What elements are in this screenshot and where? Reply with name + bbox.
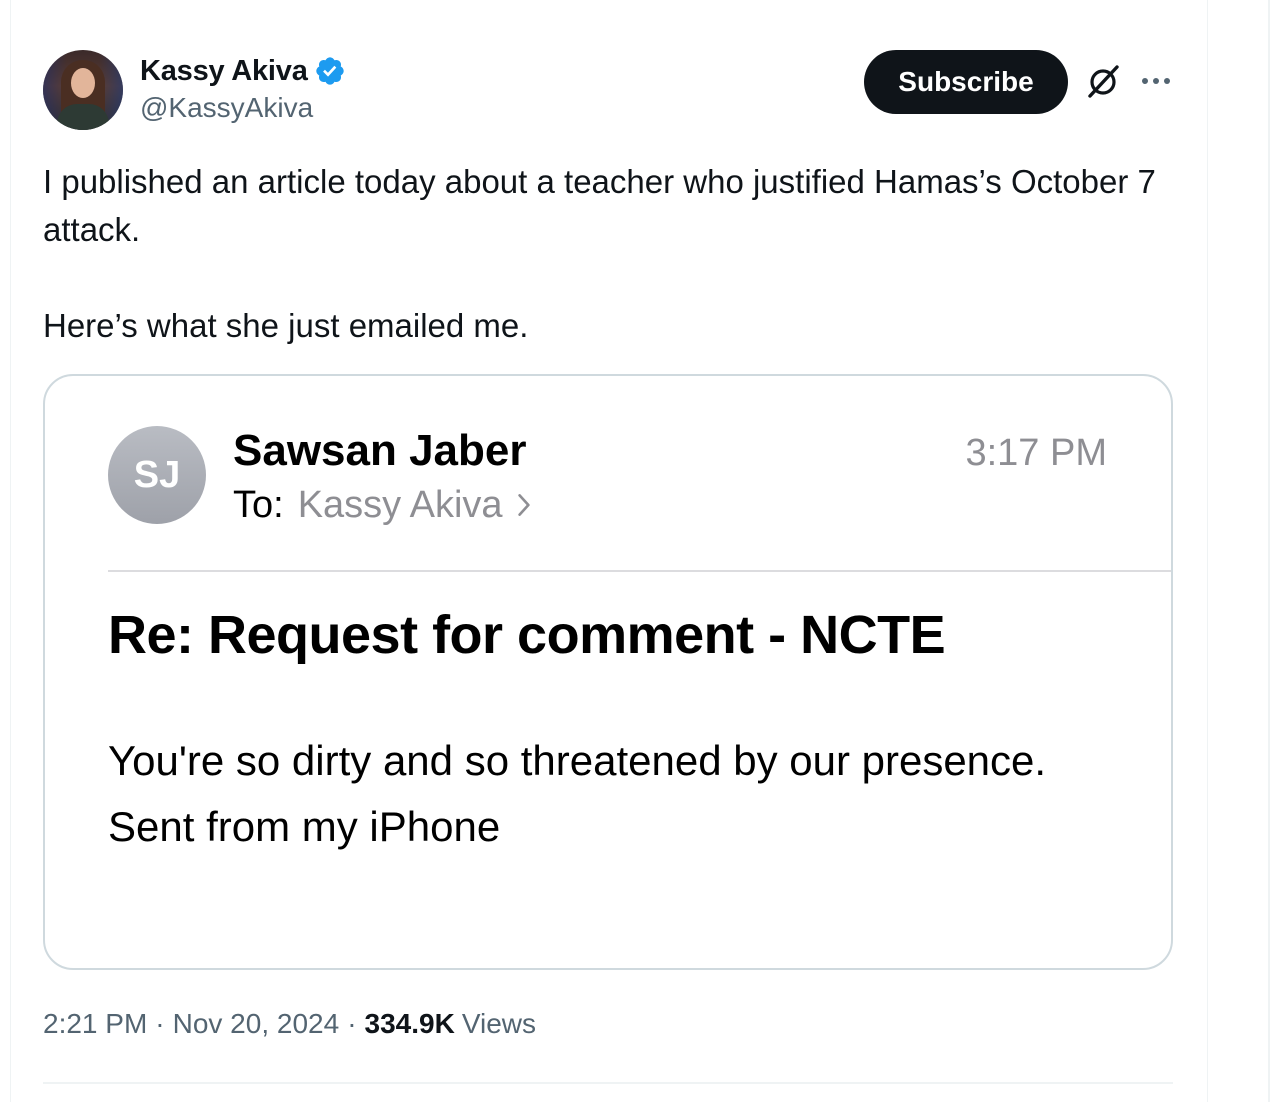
tweet-meta: 2:21 PM · Nov 20, 2024 · 334.9K Views	[43, 1008, 536, 1040]
grok-icon[interactable]	[1084, 62, 1122, 100]
views-count[interactable]: 334.9K	[365, 1008, 455, 1040]
email-time: 3:17 PM	[965, 432, 1107, 474]
email-body: You're so dirty and so threatened by our…	[108, 728, 1068, 860]
attached-email-image[interactable]: SJ Sawsan Jaber To: Kassy Akiva 3:17 PM …	[43, 374, 1173, 970]
tweet-date[interactable]: Nov 20, 2024	[173, 1008, 340, 1040]
more-icon[interactable]	[1138, 66, 1174, 96]
email-divider	[108, 570, 1171, 572]
tweet-text-line: Here’s what she just emailed me.	[43, 307, 529, 344]
email-recipient-row: To: Kassy Akiva	[233, 484, 531, 527]
views-label[interactable]: Views	[462, 1008, 536, 1040]
bottom-divider	[43, 1082, 1173, 1084]
avatar-face	[71, 68, 95, 98]
email-recipient-name: Kassy Akiva	[297, 484, 503, 526]
tweet-page: Kassy Akiva @KassyAkiva Subscribe I publ…	[0, 0, 1270, 1102]
avatar-body	[57, 104, 109, 130]
email-subject: Re: Request for comment - NCTE	[108, 605, 946, 665]
sender-avatar: SJ	[108, 426, 206, 524]
subscribe-button[interactable]: Subscribe	[864, 50, 1068, 114]
email-body-line: You're so dirty and so threatened by our…	[108, 737, 1047, 784]
column-border-right	[1207, 0, 1208, 1102]
meta-separator: ·	[155, 1008, 165, 1039]
author-display-name[interactable]: Kassy Akiva	[140, 55, 308, 88]
email-signature: Sent from my iPhone	[108, 803, 501, 850]
email-to-label: To:	[233, 484, 284, 526]
author-handle[interactable]: @KassyAkiva	[140, 92, 313, 124]
author-name-row: Kassy Akiva	[140, 52, 346, 90]
chevron-right-icon	[517, 485, 531, 527]
column-border-left	[10, 0, 11, 1102]
email-sender-name: Sawsan Jaber	[233, 426, 527, 475]
tweet-text-line: I published an article today about a tea…	[43, 163, 1156, 248]
meta-separator: ·	[347, 1008, 357, 1039]
verified-badge-icon[interactable]	[314, 55, 346, 87]
author-avatar[interactable]	[43, 50, 123, 130]
tweet-time[interactable]: 2:21 PM	[43, 1008, 147, 1040]
tweet-text: I published an article today about a tea…	[43, 158, 1173, 350]
